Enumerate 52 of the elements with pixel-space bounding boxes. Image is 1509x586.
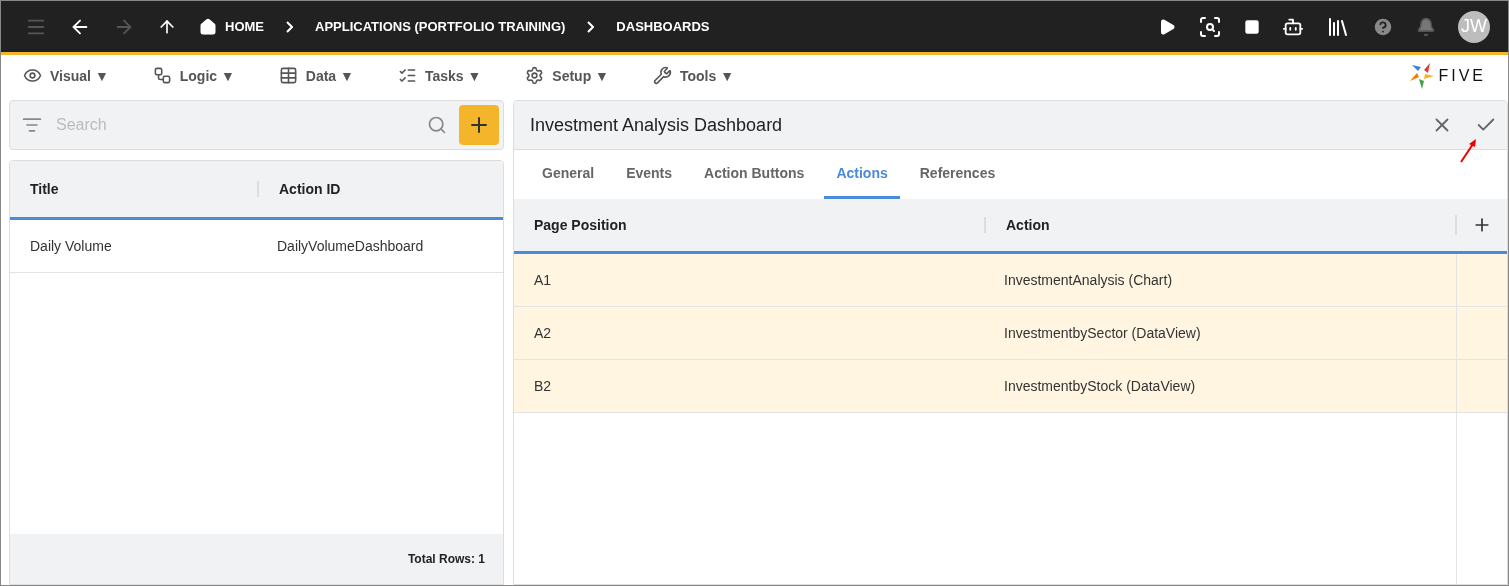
breadcrumb-link[interactable]: HOME xyxy=(225,19,264,34)
table-icon xyxy=(278,66,298,85)
breadcrumb-link[interactable]: APPLICATIONS (PORTFOLIO TRAINING) xyxy=(315,19,566,34)
search-icon[interactable] xyxy=(427,115,447,135)
search-field[interactable]: Search xyxy=(9,100,504,150)
menu-item[interactable]: Visual ▼ xyxy=(23,66,109,85)
play-icon[interactable] xyxy=(1158,17,1176,36)
logo-text: FIVE xyxy=(1438,66,1486,85)
tab[interactable]: General xyxy=(530,150,607,199)
chevron-icon xyxy=(286,20,293,33)
table-row[interactable]: A1 InvestmentAnalysis (Chart) xyxy=(514,254,1507,307)
form-title: Investment Analysis Dashboard xyxy=(530,114,784,136)
tab[interactable]: References xyxy=(907,150,1008,199)
table-cell: InvestmentAnalysis (Chart) xyxy=(1004,272,1173,288)
checklist-icon xyxy=(397,66,417,85)
eye-icon xyxy=(23,66,42,85)
menu-item[interactable]: Data ▼ xyxy=(278,66,354,85)
table-cell: Daily Volume xyxy=(30,238,112,254)
column-header[interactable]: Action xyxy=(984,217,1455,233)
table-cell: A1 xyxy=(534,272,552,288)
flow-icon xyxy=(152,66,172,85)
menu-item[interactable]: Logic ▼ xyxy=(152,66,235,85)
tab[interactable]: Action Buttons xyxy=(692,150,817,199)
search-input[interactable]: Search xyxy=(54,115,415,135)
table-cell: InvestmentbyStock (DataView) xyxy=(1004,378,1196,394)
star-logo-icon xyxy=(1410,62,1435,89)
column-header[interactable]: Title xyxy=(10,181,257,197)
add-button[interactable] xyxy=(459,105,499,145)
help-icon[interactable] xyxy=(1372,15,1394,38)
total-rows: Total Rows: 1 xyxy=(10,534,503,584)
table-row[interactable]: B2 InvestmentbyStock (DataView) xyxy=(514,360,1507,413)
chevron-icon xyxy=(587,20,595,33)
bell-icon[interactable] xyxy=(1416,16,1436,37)
table-cell: A2 xyxy=(534,325,552,341)
menu-item[interactable]: Tasks ▼ xyxy=(397,66,482,85)
table-cell: DailyVolumeDashboard xyxy=(277,238,424,254)
column-header[interactable]: Page Position xyxy=(514,217,984,233)
gear-icon xyxy=(525,66,545,85)
column-header[interactable]: Action ID xyxy=(257,181,503,197)
tab[interactable]: Events xyxy=(614,150,685,199)
wrench-icon xyxy=(652,66,672,85)
annotation-arrow xyxy=(1459,138,1479,164)
breadcrumb-link[interactable]: DASHBOARDS xyxy=(616,19,710,34)
table-cell: B2 xyxy=(534,378,552,394)
table-cell: InvestmentbySector (DataView) xyxy=(1004,325,1201,341)
filter-icon[interactable] xyxy=(22,115,42,135)
menu-item[interactable]: Setup ▼ xyxy=(525,66,609,85)
table-row[interactable]: A2 InvestmentbySector (DataView) xyxy=(514,307,1507,360)
search-play-icon[interactable] xyxy=(1198,14,1222,39)
menu-item[interactable]: Tools ▼ xyxy=(652,66,734,85)
home-icon[interactable] xyxy=(199,17,217,36)
stop-icon[interactable] xyxy=(1244,18,1260,35)
